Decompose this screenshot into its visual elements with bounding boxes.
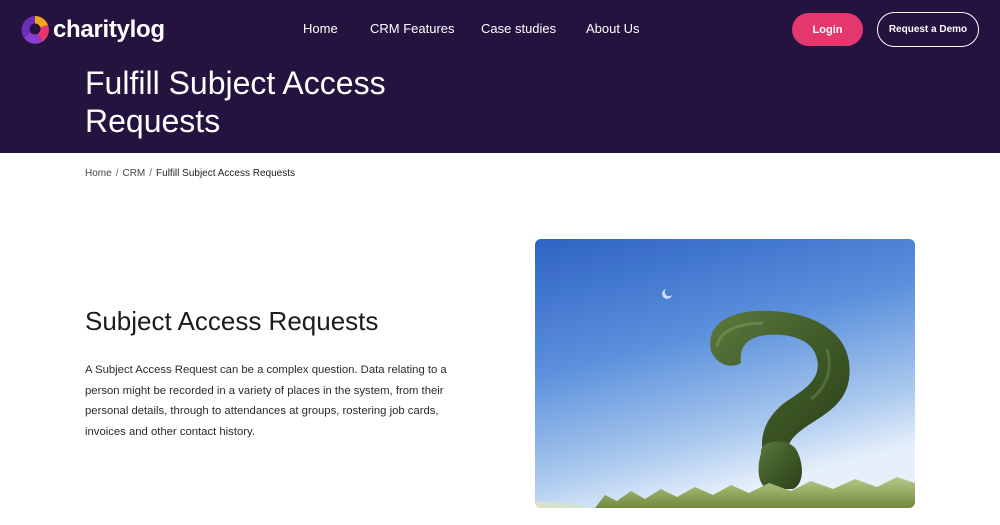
page-title: Fulfill Subject Access Requests [85,65,386,139]
breadcrumb-crm-link[interactable]: CRM [122,168,145,179]
breadcrumb-home-link[interactable]: Home [85,168,112,179]
section-paragraph: A Subject Access Request can be a comple… [85,364,447,438]
question-mark-hedge-image [535,239,915,508]
nav-item-case-studies[interactable]: Case studies [481,21,556,36]
breadcrumb: Home / CRM / Fulfill Subject Access Requests [85,168,295,179]
breadcrumb-current: Fulfill Subject Access Requests [156,168,295,179]
section-heading: Subject Access Requests [85,306,379,336]
nav-item-about-us[interactable]: About Us [586,21,639,36]
site-header: charitylog Home CRM Features Case studie… [0,0,1000,153]
brand-logo[interactable]: charitylog [20,12,165,48]
request-demo-button[interactable]: Request a Demo [877,12,979,47]
brand-name: charitylog [53,16,165,43]
charitylog-logo-icon [21,16,49,44]
nav-item-home[interactable]: Home [303,21,338,36]
login-button[interactable]: Login [792,13,863,46]
breadcrumb-separator: / [149,168,153,179]
breadcrumb-separator: / [115,168,119,179]
nav-item-crm-features[interactable]: CRM Features [370,21,455,36]
